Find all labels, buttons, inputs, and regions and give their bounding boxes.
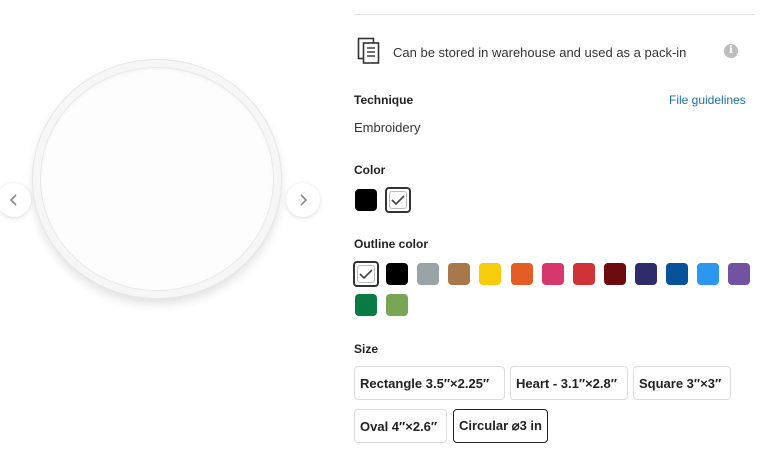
divider [354, 14, 754, 15]
outline-swatch-tan[interactable] [448, 263, 471, 285]
size-option-button[interactable]: Heart - 3.1″×2.8″ [510, 366, 628, 400]
outline-swatch-orange[interactable] [510, 263, 533, 285]
product-image [33, 60, 281, 298]
check-icon [391, 195, 405, 206]
product-gallery [0, 0, 325, 455]
size-option-button[interactable]: Square 3″×3″ [633, 366, 731, 400]
outline-swatch-olive[interactable] [386, 294, 409, 316]
size-option-label: Rectangle 3.5″×2.25″ [360, 375, 490, 391]
outline-swatch-black[interactable] [386, 263, 409, 285]
document-stack-icon [357, 37, 380, 64]
outline-swatch-grey[interactable] [417, 263, 440, 285]
size-label: Size [354, 342, 379, 356]
previous-image-button[interactable] [0, 183, 31, 217]
chevron-right-icon [300, 194, 308, 206]
outline-swatch-white[interactable] [353, 261, 379, 287]
check-icon [359, 269, 373, 280]
size-option-button[interactable]: Oval 4″×2.6″ [354, 409, 447, 443]
next-image-button[interactable] [286, 183, 320, 217]
size-option-button[interactable]: Circular ⌀3 in [453, 409, 548, 443]
color-swatch-white[interactable] [385, 187, 411, 213]
outline-swatch-yellow[interactable] [479, 263, 502, 285]
info-icon[interactable]: i [724, 44, 738, 58]
outline-swatch-maroon[interactable] [603, 263, 626, 285]
pack-in-notice [357, 37, 381, 65]
technique-value: Embroidery [354, 120, 421, 135]
outline-swatch-purple[interactable] [728, 263, 751, 285]
color-label: Color [354, 163, 386, 177]
outline-swatch-royal-blue[interactable] [666, 263, 688, 285]
chevron-left-icon [9, 194, 17, 206]
color-swatch-black[interactable] [355, 189, 377, 211]
file-guidelines-link[interactable]: File guidelines [669, 93, 746, 107]
outline-swatch-pink[interactable] [541, 263, 564, 285]
size-option-label: Square 3″×3″ [639, 375, 722, 391]
outline-swatch-light-blue[interactable] [697, 263, 720, 285]
size-option-label: Circular ⌀3 in [459, 418, 542, 433]
outline-swatch-green[interactable] [355, 294, 377, 316]
outline-swatch-navy[interactable] [634, 263, 657, 285]
outline-color-label: Outline color [354, 237, 429, 251]
size-option-label: Heart - 3.1″×2.8″ [516, 375, 617, 391]
pack-in-text: Can be stored in warehouse and used as a… [393, 45, 687, 60]
outline-swatch-red[interactable] [572, 263, 595, 285]
technique-label: Technique [354, 93, 414, 107]
size-option-label: Oval 4″×2.6″ [360, 418, 438, 434]
size-option-button[interactable]: Rectangle 3.5″×2.25″ [354, 366, 505, 400]
